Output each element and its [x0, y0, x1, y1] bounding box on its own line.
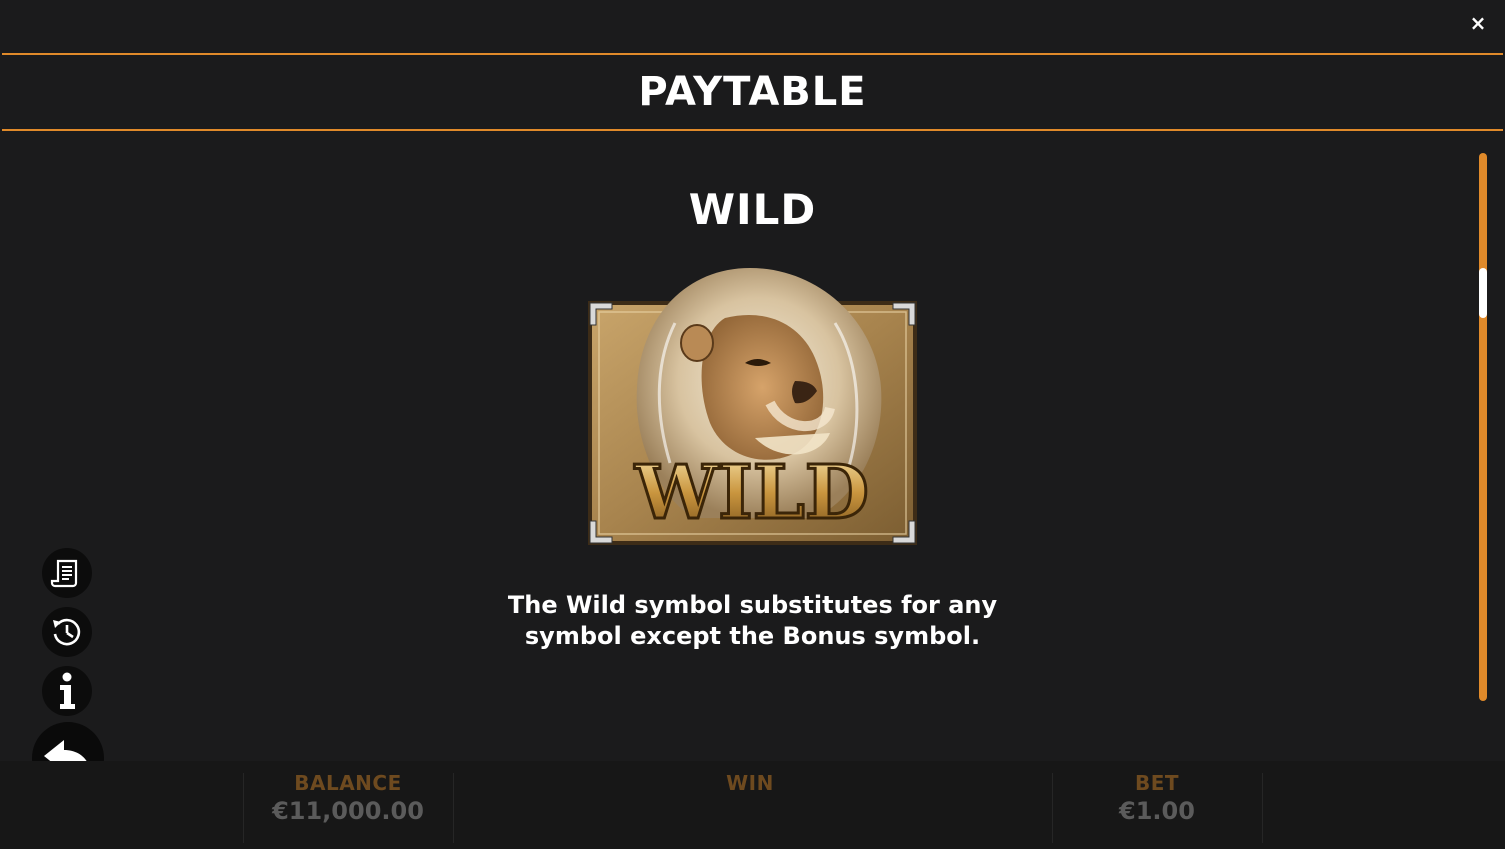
symbol-description-line-2: symbol except the Bonus symbol.: [524, 622, 981, 650]
lion-wild-icon: WILD: [588, 268, 917, 545]
scrollbar-track[interactable]: [1479, 153, 1487, 701]
balance-value: €11,000.00: [272, 797, 424, 825]
win-label: WIN: [726, 771, 774, 795]
paytable-button[interactable]: [42, 548, 92, 598]
svg-text:WILD: WILD: [634, 450, 869, 536]
wild-symbol-image: WILD: [585, 263, 920, 563]
history-button[interactable]: [42, 607, 92, 657]
bet-display: BET €1.00: [1052, 771, 1262, 825]
info-button[interactable]: [42, 666, 92, 716]
paytable-screen: × PAYTABLE WILD WILD The Wild symbol sub…: [0, 0, 1505, 849]
balance-display: BALANCE €11,000.00: [243, 771, 453, 825]
symbol-description: The Wild symbol substitutes for any symb…: [0, 590, 1505, 652]
divider: [453, 773, 454, 843]
top-strip: [0, 0, 1505, 52]
bet-value: €1.00: [1119, 797, 1195, 825]
paytable-content: WILD WILD The Wild symbol substitutes fo…: [0, 133, 1505, 761]
divider: [1262, 773, 1263, 843]
scrollbar-thumb[interactable]: [1479, 267, 1487, 318]
win-display: WIN: [650, 771, 850, 797]
paytable-header: PAYTABLE: [2, 53, 1503, 131]
bet-label: BET: [1134, 771, 1180, 795]
history-icon: [53, 618, 81, 646]
info-icon: [60, 672, 75, 709]
symbol-title: WILD: [688, 185, 817, 234]
page-title: PAYTABLE: [638, 69, 867, 115]
close-button[interactable]: ×: [1465, 10, 1491, 36]
bottom-status-bar: BALANCE €11,000.00 WIN BET €1.00: [0, 761, 1505, 849]
balance-label: BALANCE: [294, 771, 402, 795]
symbol-description-line-1: The Wild symbol substitutes for any: [507, 591, 998, 619]
paytable-scroll-icon: [50, 559, 78, 588]
